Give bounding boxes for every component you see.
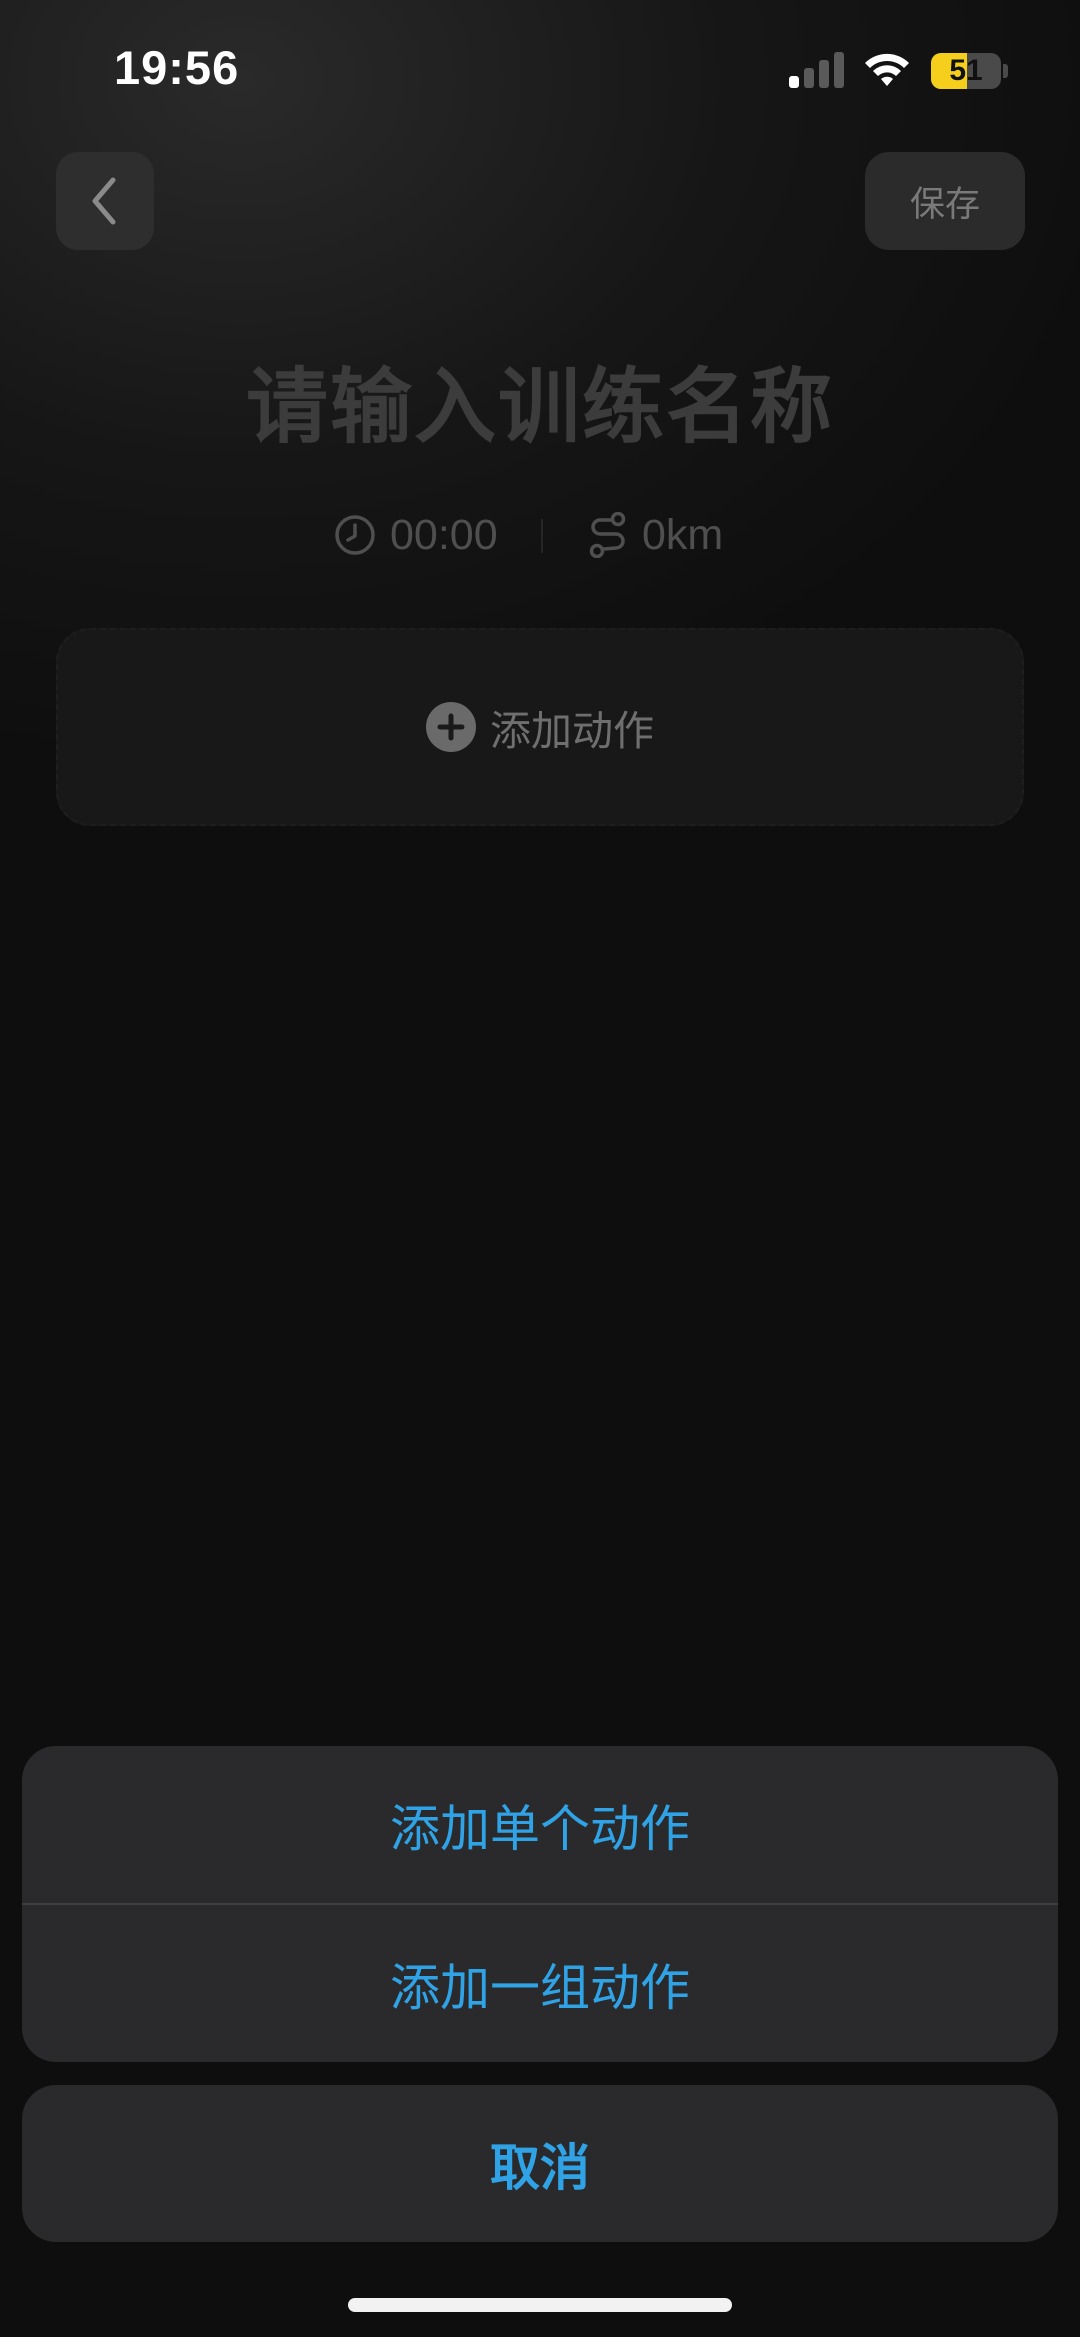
chevron-left-icon: [92, 177, 116, 225]
back-button[interactable]: [56, 152, 154, 250]
save-button[interactable]: 保存: [865, 152, 1025, 250]
signal-icon: [789, 52, 845, 88]
distance-value: 0km: [642, 510, 724, 559]
wifi-icon: [865, 53, 909, 86]
add-action-group-option[interactable]: 添加一组动作: [22, 1905, 1058, 2062]
battery-icon: 51: [931, 53, 1001, 89]
workout-stats: 00:00 0km: [0, 505, 1080, 565]
add-action-label: 添加动作: [490, 707, 654, 755]
workout-title-input[interactable]: 请输入训练名称: [0, 340, 1080, 459]
add-action-card[interactable]: 添加动作: [56, 628, 1024, 826]
battery-nub: [1003, 64, 1008, 78]
cancel-button[interactable]: 取消: [22, 2085, 1058, 2242]
duration-value: 00:00: [390, 510, 498, 559]
stats-divider: [541, 519, 543, 553]
distance-stat: 0km: [588, 505, 723, 565]
battery-level: 51: [949, 54, 983, 87]
add-single-action-option[interactable]: 添加单个动作: [22, 1746, 1058, 1903]
screen: 19:56 51 保存 请输入训练名称 00:00 0km 添加动作 添加单个动…: [0, 0, 1080, 2337]
home-indicator[interactable]: [348, 2298, 732, 2312]
plus-circle-icon: [426, 702, 476, 752]
duration-stat: 00:00: [334, 505, 498, 565]
route-icon: [589, 512, 626, 558]
action-sheet: 添加单个动作 添加一组动作: [22, 1746, 1058, 2062]
status-bar: 19:56 51: [0, 0, 1080, 140]
clock-icon: [335, 515, 375, 555]
status-time: 19:56: [114, 41, 240, 94]
